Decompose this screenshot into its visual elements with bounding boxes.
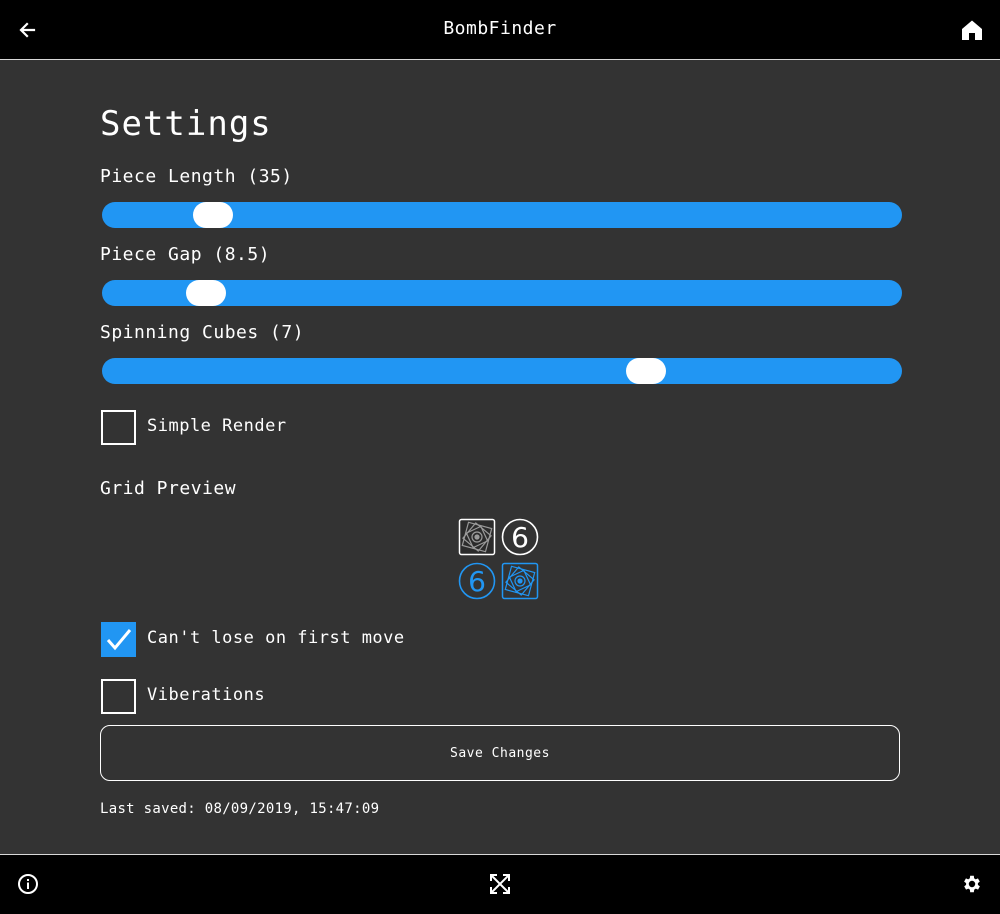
grid-preview-title: Grid Preview <box>100 478 237 499</box>
piece-gap-label: Piece Gap (8.5) <box>100 244 271 265</box>
vibrations-label: Viberations <box>147 685 266 705</box>
top-bar: BombFinder <box>0 0 1000 60</box>
vibrations-checkbox[interactable] <box>101 679 136 714</box>
spinning-cubes-label: Spinning Cubes (7) <box>100 322 305 343</box>
grid-cell <box>458 518 496 556</box>
bottom-bar <box>0 854 1000 914</box>
number-cell: 6 <box>501 518 539 556</box>
piece-length-slider[interactable] <box>102 202 902 228</box>
bomb-icon <box>458 518 496 556</box>
home-button[interactable] <box>958 16 986 44</box>
gear-icon <box>964 875 980 893</box>
cant-lose-checkbox[interactable] <box>101 622 136 657</box>
cant-lose-label: Can't lose on first move <box>147 628 405 648</box>
grid-cell <box>501 562 539 600</box>
fullscreen-button[interactable] <box>486 870 514 898</box>
spinning-cubes-slider[interactable] <box>102 358 902 384</box>
checkmark-icon <box>106 629 132 651</box>
bomb-icon <box>501 562 539 600</box>
cell-number: 6 <box>511 521 529 554</box>
info-button[interactable] <box>14 870 42 898</box>
grid-cell: 6 <box>501 518 539 556</box>
simple-render-label: Simple Render <box>147 416 287 436</box>
piece-length-label: Piece Length (35) <box>100 166 293 187</box>
cell-number: 6 <box>468 565 486 598</box>
save-changes-button[interactable]: Save Changes <box>100 725 900 781</box>
grid-preview: 6 6 <box>458 518 542 602</box>
slider-thumb[interactable] <box>626 358 667 384</box>
app-title: BombFinder <box>443 18 557 39</box>
last-saved-status: Last saved: 08/09/2019, 15:47:09 <box>100 801 380 817</box>
page-title: Settings <box>100 104 272 144</box>
info-icon <box>18 874 38 894</box>
home-icon <box>962 20 982 40</box>
simple-render-checkbox[interactable] <box>101 410 136 445</box>
slider-thumb[interactable] <box>193 202 234 228</box>
piece-gap-slider[interactable] <box>102 280 902 306</box>
expand-icon <box>490 874 510 894</box>
number-cell: 6 <box>458 562 496 600</box>
settings-button[interactable] <box>958 870 986 898</box>
slider-thumb[interactable] <box>185 280 226 306</box>
grid-cell: 6 <box>458 562 496 600</box>
